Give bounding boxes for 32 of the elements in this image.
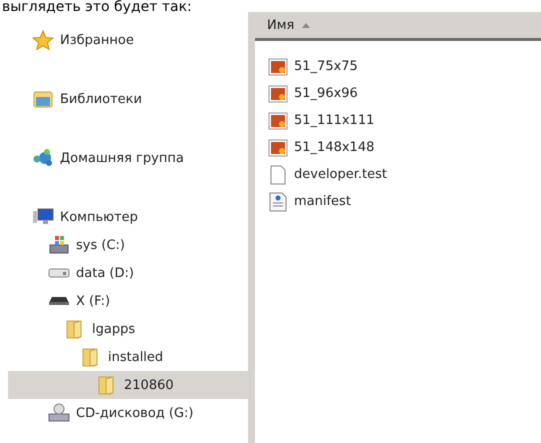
navigation-item[interactable]: Библиотеки: [8, 85, 248, 113]
image-file-icon: [267, 138, 289, 158]
drive-icon: [48, 268, 70, 278]
file-item[interactable]: 51_96x96: [267, 80, 541, 107]
file-item[interactable]: 51_75x75: [267, 53, 541, 80]
navigation-item[interactable]: Домашняя группа: [8, 144, 248, 172]
caption-text: выглядеть это будет так:: [1, 0, 193, 12]
image-file-icon: [267, 56, 289, 76]
navigation-item[interactable]: installed: [8, 343, 248, 371]
file-item[interactable]: developer.test: [267, 161, 541, 188]
navigation-item[interactable]: 210860: [8, 371, 248, 399]
star-icon: [32, 30, 54, 50]
navigation-item[interactable]: X (F:): [8, 287, 248, 315]
file-item[interactable]: manifest: [267, 188, 541, 215]
library-icon: [32, 89, 54, 109]
navigation-item[interactable]: CD-дисковод (G:): [8, 399, 248, 427]
drive-icon: [48, 296, 70, 306]
image-file-icon: [267, 110, 289, 130]
file-item[interactable]: 51_148x148: [267, 134, 541, 161]
settings-file-icon: [267, 192, 289, 212]
computer-icon: [32, 207, 54, 227]
navigation-item[interactable]: Компьютер: [8, 203, 248, 231]
file-item[interactable]: 51_111x111: [267, 107, 541, 134]
navigation-item[interactable]: sys (C:): [8, 231, 248, 259]
navigation-item[interactable]: Избранное: [8, 26, 248, 54]
system-drive-icon: [48, 235, 70, 255]
network-icon: [32, 148, 54, 168]
navigation-item[interactable]: lgapps: [8, 315, 248, 343]
image-file-icon: [267, 84, 289, 104]
column-header[interactable]: Имя: [267, 18, 310, 32]
navigation-item[interactable]: data (D:): [8, 259, 248, 287]
cd-drive-icon: [48, 403, 70, 423]
